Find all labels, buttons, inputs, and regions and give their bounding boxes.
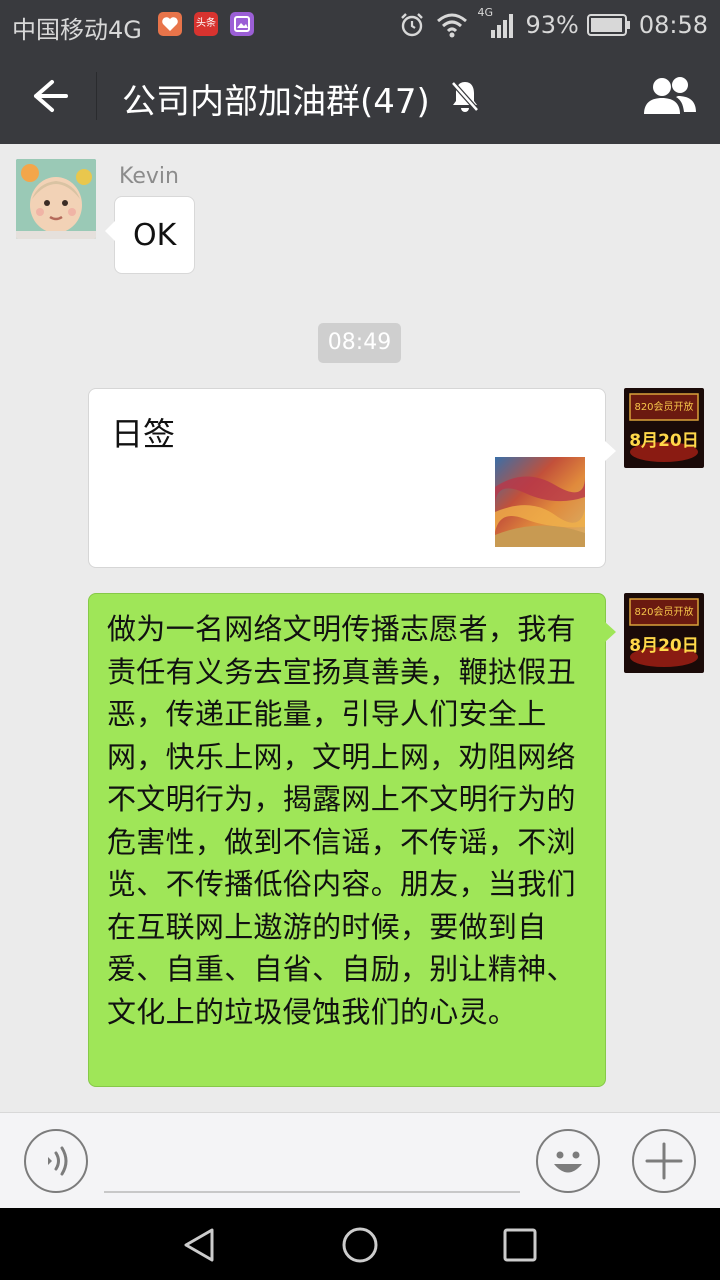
nav-recent-apps-icon[interactable] (500, 1226, 540, 1264)
svg-text:8月20日: 8月20日 (629, 636, 699, 656)
message-text: 做为一名网络文明传播志愿者，我有责任有义务去宣扬真善美，鞭挞假丑恶，传递正能量，… (107, 612, 576, 1029)
outgoing-message-bubble[interactable]: 做为一名网络文明传播志愿者，我有责任有义务去宣扬真善美，鞭挞假丑恶，传递正能量，… (88, 593, 616, 1087)
shared-link-card[interactable]: 日签 (88, 388, 616, 568)
back-button[interactable] (22, 74, 78, 118)
battery-percent: 93% (525, 11, 579, 39)
more-actions-button[interactable] (632, 1129, 696, 1193)
message-timestamp: 08:49 (318, 323, 401, 363)
header-divider (96, 72, 97, 120)
message-text-field[interactable] (104, 1137, 520, 1193)
emoji-icon (554, 1151, 582, 1173)
system-nav-bar (0, 1208, 720, 1280)
group-members-icon (644, 77, 696, 114)
alarm-icon (401, 13, 424, 37)
carrier-label: 中国移动4G (12, 16, 142, 44)
my-avatar[interactable]: 820会员开放 8月20日 (624, 388, 704, 468)
emoji-button[interactable] (536, 1129, 600, 1193)
heart-app-icon (158, 12, 182, 36)
chat-title[interactable]: 公司内部加油群(47) (122, 74, 430, 123)
voice-icon (48, 1146, 68, 1176)
my-avatar[interactable]: 820会员开放 8月20日 (624, 593, 704, 673)
kevin-avatar[interactable] (16, 159, 96, 239)
battery-icon (586, 14, 630, 36)
sender-name: Kevin (119, 164, 179, 189)
svg-text:820会员开放: 820会员开放 (634, 400, 693, 413)
nav-home-icon[interactable] (340, 1226, 380, 1264)
back-arrow-icon (34, 80, 68, 112)
status-right-group: 4G 93% 08:58 (397, 6, 708, 40)
svg-text:8月20日: 8月20日 (629, 431, 699, 451)
nav-back-icon[interactable] (180, 1226, 220, 1264)
signal-icon: 4G (477, 6, 517, 40)
svg-text:820会员开放: 820会员开放 (634, 605, 693, 618)
gallery-icon (230, 12, 254, 36)
card-thumbnail-image (495, 457, 585, 547)
wifi-icon (437, 13, 468, 38)
group-info-button[interactable] (640, 74, 700, 118)
clock: 08:58 (638, 11, 708, 39)
chat-header: 公司内部加油群(47) (0, 48, 720, 144)
incoming-message-bubble[interactable]: OK (104, 196, 196, 274)
card-title: 日签 (111, 415, 176, 453)
voice-input-button[interactable] (24, 1129, 88, 1193)
chat-input-bar (0, 1112, 720, 1208)
toutiao-icon: 头条 (194, 12, 218, 36)
plus-icon (645, 1142, 683, 1180)
status-bar: 中国移动4G 头条 4G 93% 08:58 (0, 0, 720, 48)
mute-bell-icon (451, 81, 479, 112)
